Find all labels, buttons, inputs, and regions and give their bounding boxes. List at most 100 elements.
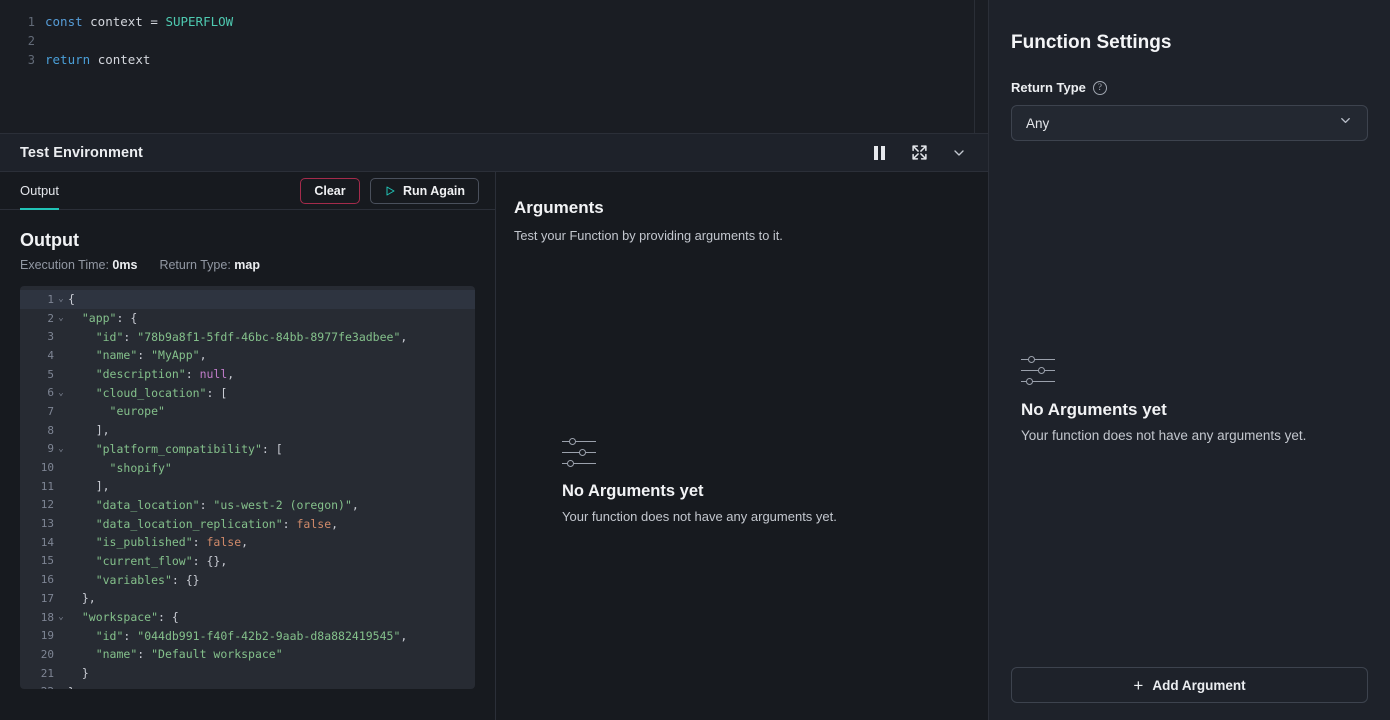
json-line-number: 13: [20, 517, 54, 530]
code-line: 3return context: [0, 50, 988, 69]
function-editor-app: 1const context = SUPERFLOW23return conte…: [0, 0, 1390, 720]
chevron-down-icon: [1338, 113, 1353, 133]
json-line-number: 9: [20, 442, 54, 455]
function-settings-title: Function Settings: [1011, 32, 1368, 54]
json-line: 16 "variables": {}: [20, 570, 475, 589]
json-line-text: "is_published": false,: [68, 535, 248, 549]
json-line-text: "app": {: [68, 311, 137, 325]
settings-empty-state: No Arguments yet Your function does not …: [1021, 355, 1306, 443]
code-editor[interactable]: 1const context = SUPERFLOW 2 3return conte…: [0, 0, 988, 133]
fold-toggle-icon[interactable]: ⌄: [54, 440, 68, 458]
fold-toggle-icon[interactable]: ⌄: [54, 384, 68, 402]
return-type-selected-value: Any: [1026, 116, 1049, 131]
json-line-text: "europe": [68, 404, 165, 418]
run-again-button[interactable]: Run Again: [370, 178, 479, 204]
execution-time-value: 0ms: [112, 258, 137, 272]
return-type-select[interactable]: Any: [1011, 105, 1368, 141]
help-circle-icon[interactable]: ?: [1093, 81, 1107, 95]
return-type: Return Type: map: [159, 258, 260, 272]
json-line: 1⌄{: [20, 290, 475, 309]
return-type-label-row: Return Type ?: [1011, 80, 1368, 95]
chevron-down-icon[interactable]: [946, 140, 972, 166]
json-line-text: "shopify": [68, 461, 172, 475]
json-line-text: "platform_compatibility": [: [68, 442, 283, 456]
arguments-empty-subtitle: Your function does not have any argument…: [562, 509, 837, 524]
code-line-text: return context: [45, 52, 150, 67]
json-line: 11 ],: [20, 477, 475, 496]
arguments-heading: Arguments: [514, 198, 988, 218]
test-environment-title: Test Environment: [20, 145, 143, 161]
json-line: 9⌄ "platform_compatibility": [: [20, 440, 475, 459]
json-line: 5 "description": null,: [20, 365, 475, 384]
test-environment-actions: [866, 140, 972, 166]
code-line-number: 2: [0, 34, 45, 48]
return-type-label: Return Type: [1011, 80, 1086, 95]
add-argument-button[interactable]: + Add Argument: [1011, 667, 1368, 703]
json-line: 14 "is_published": false,: [20, 533, 475, 552]
json-line-text: ],: [68, 479, 110, 493]
json-line-number: 15: [20, 554, 54, 567]
json-line-text: "data_location_replication": false,: [68, 517, 338, 531]
json-line-text: "id": "044db991-f40f-42b2-9aab-d8a882419…: [68, 629, 407, 643]
json-line-number: 2: [20, 312, 54, 325]
json-line-number: 22: [20, 685, 54, 689]
json-line-number: 4: [20, 349, 54, 362]
code-line-text: const context = SUPERFLOW: [45, 14, 233, 29]
settings-empty-title: No Arguments yet: [1021, 400, 1306, 420]
json-line-number: 14: [20, 536, 54, 549]
execution-time-label: Execution Time:: [20, 258, 109, 272]
json-line-number: 20: [20, 648, 54, 661]
json-line-number: 16: [20, 573, 54, 586]
json-line-text: "name": "MyApp",: [68, 348, 207, 362]
expand-icon[interactable]: [906, 140, 932, 166]
json-line-text: {: [68, 292, 75, 306]
fold-toggle-icon[interactable]: ⌄: [54, 608, 68, 626]
code-line: 1const context = SUPERFLOW: [0, 12, 988, 31]
json-line: 13 "data_location_replication": false,: [20, 514, 475, 533]
json-line: 2⌄ "app": {: [20, 309, 475, 328]
json-line: 3 "id": "78b9a8f1-5fdf-46bc-84bb-8977fe3…: [20, 327, 475, 346]
output-json-viewer[interactable]: 1⌄{2⌄ "app": {3 "id": "78b9a8f1-5fdf-46b…: [20, 286, 475, 689]
output-tabbar: Output Clear Run Again: [0, 172, 495, 210]
test-environment-body: Output Clear Run Again: [0, 172, 988, 720]
json-line-text: "name": "Default workspace": [68, 647, 283, 661]
json-line: 10 "shopify": [20, 458, 475, 477]
output-pane: Output Clear Run Again: [0, 172, 496, 720]
json-line-text: }: [68, 666, 89, 680]
pause-icon[interactable]: [866, 140, 892, 166]
plus-icon: +: [1133, 677, 1143, 694]
json-line-text: ],: [68, 423, 110, 437]
output-meta: Execution Time: 0ms Return Type: map: [20, 258, 475, 272]
execution-time: Execution Time: 0ms: [20, 258, 137, 272]
arguments-empty-title: No Arguments yet: [562, 482, 837, 501]
json-line-text: },: [68, 591, 96, 605]
fold-toggle-icon[interactable]: ⌄: [54, 290, 68, 308]
play-icon: [384, 185, 396, 197]
clear-button[interactable]: Clear: [300, 178, 360, 204]
fold-toggle-icon[interactable]: ⌄: [54, 309, 68, 327]
json-line-text: "description": null,: [68, 367, 234, 381]
json-line-text: "id": "78b9a8f1-5fdf-46bc-84bb-8977fe3ad…: [68, 330, 407, 344]
settings-empty-subtitle: Your function does not have any argument…: [1021, 428, 1306, 443]
return-type-value: map: [234, 258, 260, 272]
json-line-number: 3: [20, 330, 54, 343]
json-line: 15 "current_flow": {},: [20, 552, 475, 571]
json-line: 7 "europe": [20, 402, 475, 421]
output-body: Output Execution Time: 0ms Return Type: …: [0, 210, 495, 720]
editor-scrollbar[interactable]: [974, 0, 975, 133]
json-line-number: 10: [20, 461, 54, 474]
json-line-number: 19: [20, 629, 54, 642]
arguments-empty-state: No Arguments yet Your function does not …: [562, 437, 837, 524]
arguments-subtitle: Test your Function by providing argument…: [514, 228, 988, 243]
tab-output[interactable]: Output: [20, 172, 59, 210]
sliders-icon: [1021, 355, 1055, 385]
json-line-text: "data_location": "us-west-2 (oregon)",: [68, 498, 359, 512]
json-line-number: 8: [20, 424, 54, 437]
run-again-label: Run Again: [403, 184, 465, 198]
json-line-text: }: [68, 685, 75, 689]
add-argument-label: Add Argument: [1152, 678, 1245, 693]
left-column: 1const context = SUPERFLOW23return conte…: [0, 0, 989, 720]
json-line-number: 6: [20, 386, 54, 399]
code-line-number: 3: [0, 53, 45, 67]
json-line: 8 ],: [20, 421, 475, 440]
